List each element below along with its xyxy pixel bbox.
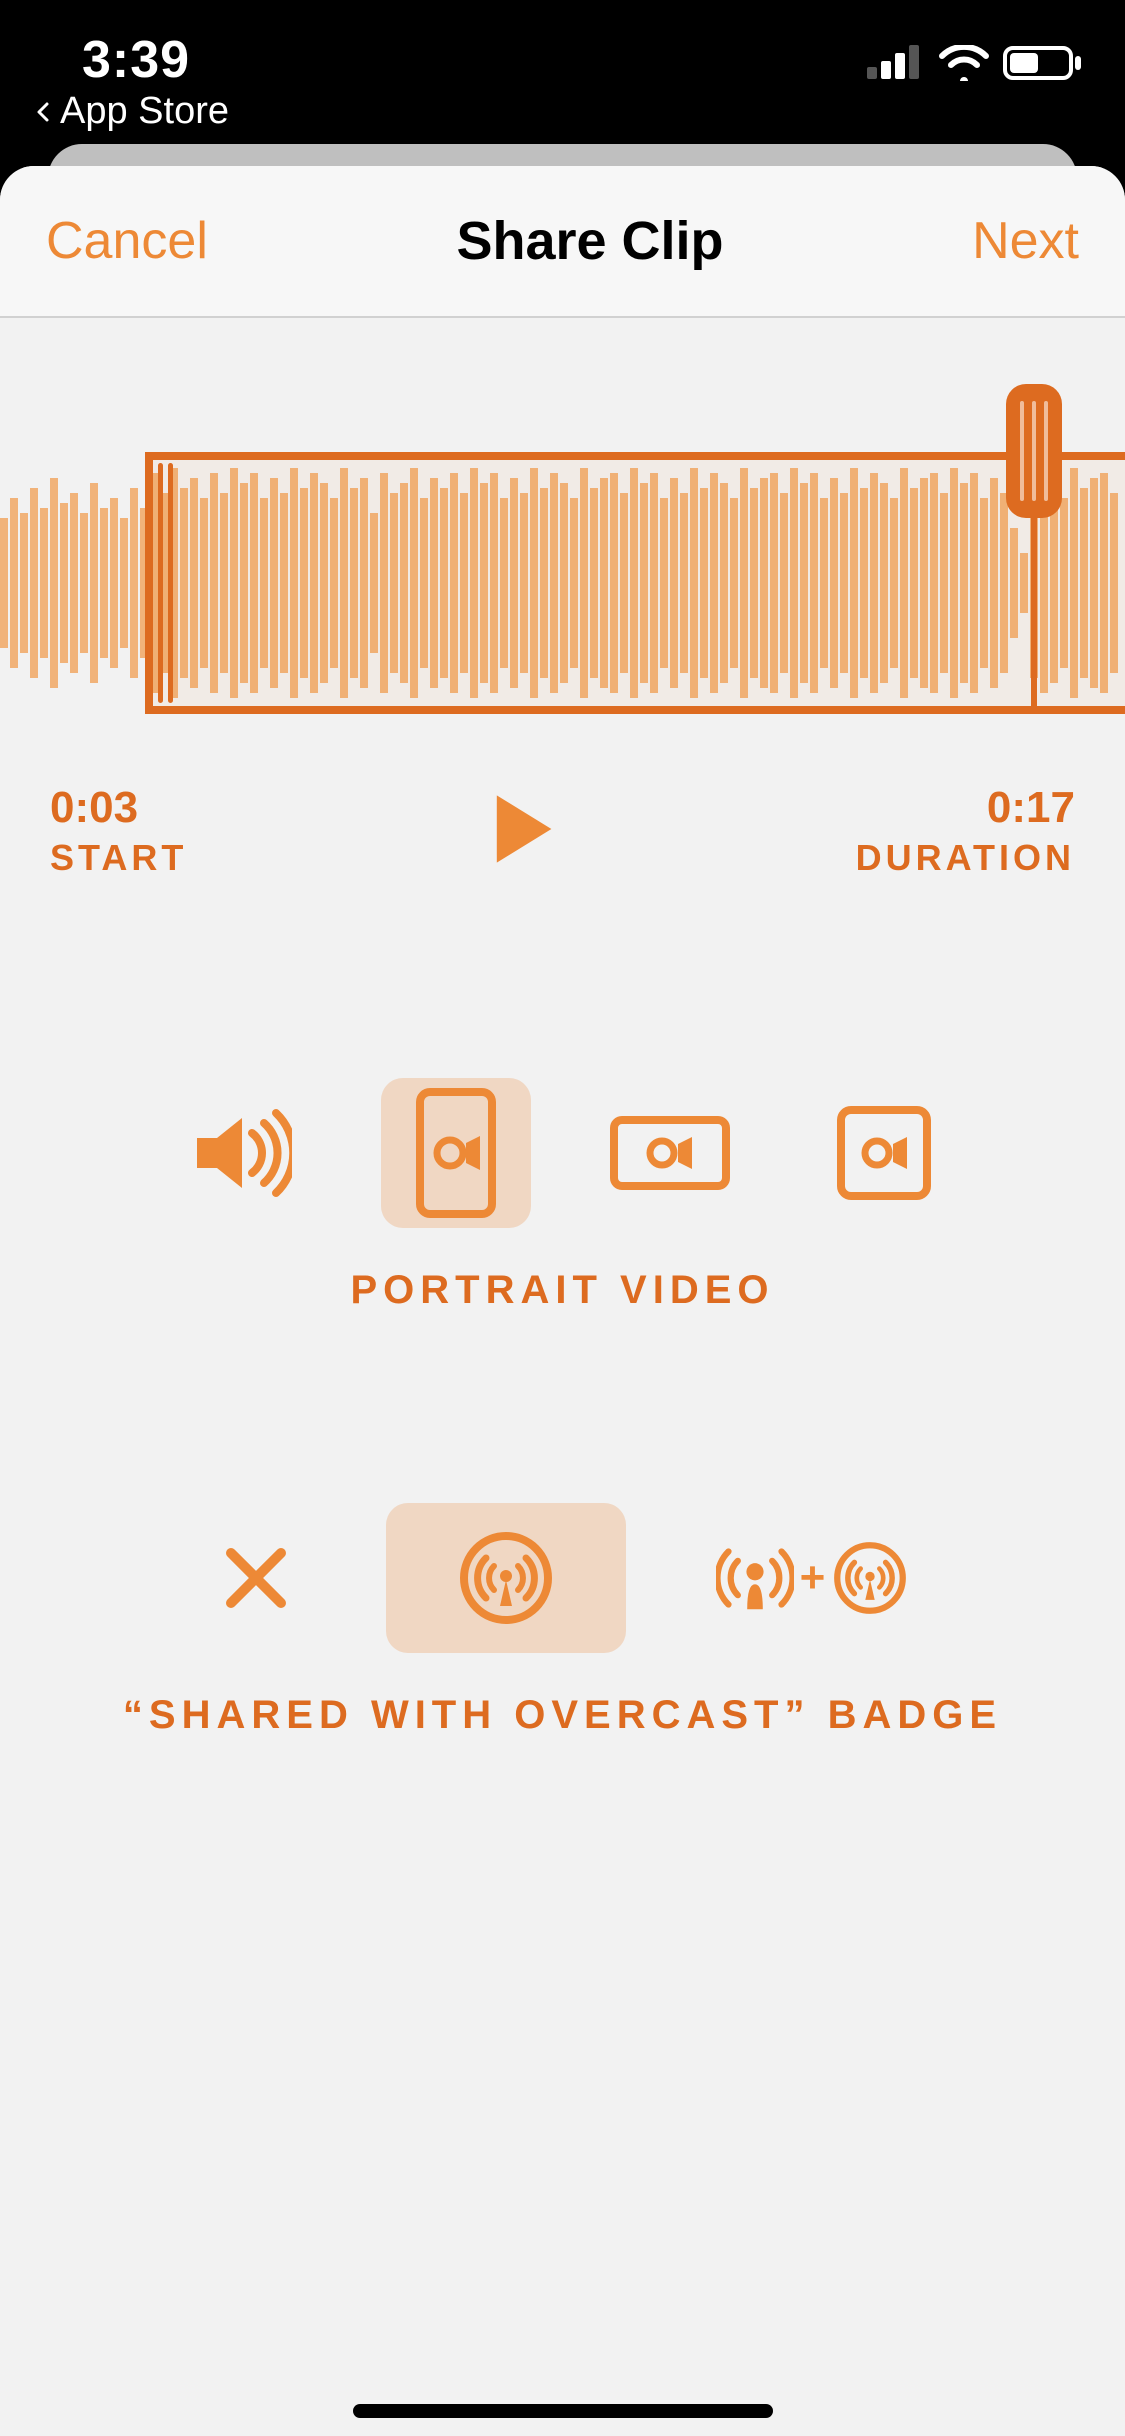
start-time-block: 0:03 START — [50, 783, 187, 879]
overcast-icon — [831, 1539, 909, 1617]
badge-options: + — [0, 1503, 1125, 1653]
format-label: PORTRAIT VIDEO — [0, 1268, 1125, 1313]
selection-start-handle[interactable] — [145, 452, 175, 714]
playhead-handle[interactable] — [1006, 384, 1062, 518]
wifi-icon — [939, 45, 989, 81]
status-icons — [867, 44, 1083, 82]
status-bar: 3:39 App Store — [0, 0, 1125, 132]
chevron-left-icon — [32, 100, 56, 124]
format-portrait-option[interactable] — [381, 1078, 531, 1228]
waveform-editor[interactable] — [0, 408, 1125, 748]
badge-section: + “SHARED WITH OVERCAST” BADGE — [0, 1503, 1125, 1738]
play-icon — [480, 787, 564, 871]
back-to-app-label: App Store — [60, 90, 229, 133]
battery-icon — [1003, 44, 1083, 82]
overcast-icon — [456, 1528, 556, 1628]
square-video-icon — [837, 1106, 931, 1200]
status-time: 3:39 — [82, 30, 190, 90]
time-row: 0:03 START 0:17 DURATION — [0, 748, 1125, 888]
back-to-app[interactable]: App Store — [32, 90, 229, 133]
format-square-option[interactable] — [809, 1078, 959, 1228]
badge-label: “SHARED WITH OVERCAST” BADGE — [0, 1693, 1125, 1738]
plus-icon: + — [800, 1553, 826, 1603]
podcast-icon — [716, 1539, 794, 1617]
duration-label: DURATION — [856, 837, 1075, 879]
duration-value: 0:17 — [987, 783, 1075, 833]
page-title: Share Clip — [456, 210, 723, 272]
home-indicator[interactable] — [353, 2404, 773, 2418]
badge-overcast-option[interactable] — [386, 1503, 626, 1653]
play-button[interactable] — [480, 787, 564, 876]
format-section: PORTRAIT VIDEO — [0, 1078, 1125, 1313]
navbar: Cancel Share Clip Next — [0, 166, 1125, 318]
portrait-video-icon — [416, 1088, 496, 1218]
badge-podcast-overcast-option[interactable]: + — [716, 1539, 910, 1617]
format-landscape-option[interactable] — [595, 1078, 745, 1228]
speaker-icon — [192, 1108, 292, 1198]
cancel-button[interactable]: Cancel — [46, 211, 208, 271]
close-icon — [221, 1543, 291, 1613]
format-audio-option[interactable] — [167, 1078, 317, 1228]
cellular-icon — [867, 45, 925, 81]
landscape-video-icon — [610, 1116, 730, 1190]
start-time-label: START — [50, 837, 187, 879]
badge-none-option[interactable] — [216, 1538, 296, 1618]
start-time-value: 0:03 — [50, 783, 187, 833]
format-options — [0, 1078, 1125, 1228]
clip-selection[interactable] — [145, 452, 1125, 714]
next-button[interactable]: Next — [972, 211, 1079, 271]
share-clip-sheet: Cancel Share Clip Next 0:03 START — [0, 166, 1125, 2436]
duration-block: 0:17 DURATION — [856, 783, 1075, 879]
